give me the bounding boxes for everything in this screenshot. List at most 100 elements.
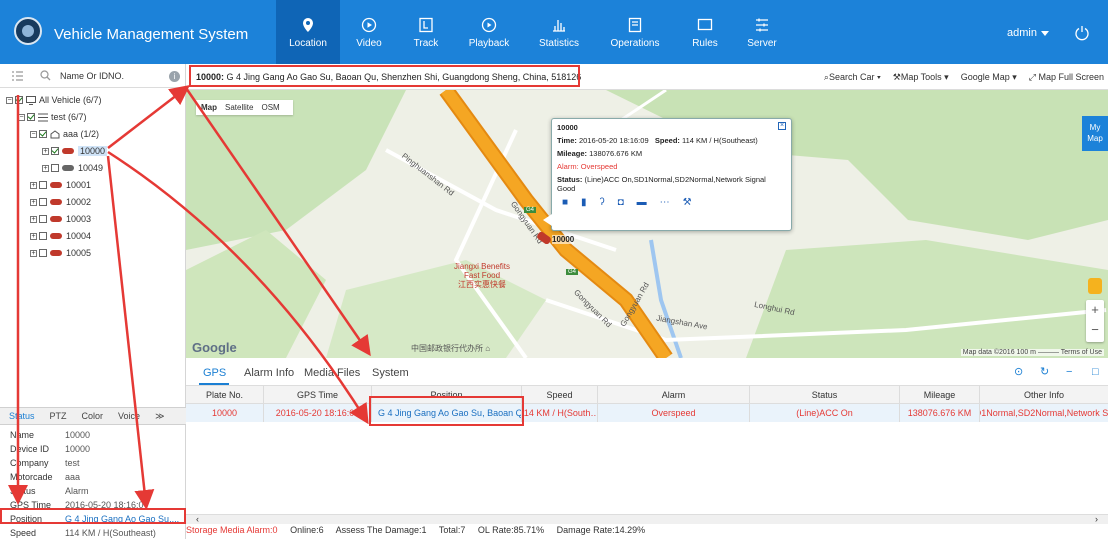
col-status[interactable]: Status xyxy=(750,386,900,403)
nav-operations[interactable]: Operations xyxy=(594,0,676,64)
map-view[interactable]: Map Satellite OSM Pinghuanshan Rd Gongyu… xyxy=(186,90,1108,358)
tree-node-test[interactable]: − test (6/7) xyxy=(18,110,87,124)
checkbox[interactable] xyxy=(39,130,47,138)
collapse-icon[interactable]: − xyxy=(30,130,37,138)
list-icon[interactable] xyxy=(12,71,23,81)
nav-track[interactable]: Track xyxy=(398,0,454,64)
checkbox[interactable] xyxy=(51,164,59,172)
expand-icon[interactable]: + xyxy=(30,198,37,206)
poi-restaurant[interactable]: Jiangxi Benefits Fast Food 江西实惠快餐 xyxy=(454,262,510,289)
tab-voice[interactable]: Voice xyxy=(118,411,140,421)
zoom-out-button[interactable]: − xyxy=(1086,320,1104,340)
video-camera-icon[interactable]: ■ xyxy=(562,197,568,208)
collapse-icon[interactable]: − xyxy=(18,113,25,121)
nav-playback[interactable]: Playback xyxy=(454,0,524,64)
col-mileage[interactable]: Mileage xyxy=(900,386,980,403)
col-gps-time[interactable]: GPS Time xyxy=(264,386,372,403)
phone-icon[interactable]: ▮ xyxy=(581,197,587,208)
tree-vehicle-10003[interactable]: + 10003 xyxy=(30,212,91,226)
tree-vehicle-10002[interactable]: + 10002 xyxy=(30,195,91,209)
close-icon[interactable]: × xyxy=(778,122,786,130)
nav-location[interactable]: Location xyxy=(276,0,340,64)
tree-vehicle-10001[interactable]: + 10001 xyxy=(30,178,91,192)
settings-wrench-icon[interactable]: ⚒ xyxy=(683,197,692,208)
online-rate: OL Rate:85.71% xyxy=(477,525,545,535)
scroll-right-icon[interactable]: › xyxy=(1095,514,1098,524)
group-icon xyxy=(50,129,60,138)
nav-rules[interactable]: Rules xyxy=(676,0,734,64)
expand-icon[interactable]: + xyxy=(42,147,49,155)
tab-alarm-info[interactable]: Alarm Info xyxy=(244,367,294,379)
user-menu[interactable]: admin xyxy=(1007,27,1049,39)
popup-speed-label: Speed: xyxy=(654,136,680,145)
nav-statistics[interactable]: Statistics xyxy=(524,0,594,64)
power-icon[interactable] xyxy=(1074,25,1090,41)
col-other-info[interactable]: Other Info xyxy=(980,386,1108,403)
refresh-icon[interactable]: ↻ xyxy=(1040,366,1052,378)
checkbox[interactable] xyxy=(51,147,59,155)
collapse-icon[interactable]: − xyxy=(6,96,13,104)
tree-node-all-vehicle[interactable]: − All Vehicle (6/7) xyxy=(6,93,102,107)
info-icon[interactable]: i xyxy=(169,71,180,82)
double-chevron-down-icon[interactable]: ≫ xyxy=(155,411,164,422)
expand-icon[interactable]: + xyxy=(30,249,37,257)
expand-icon[interactable]: + xyxy=(30,215,37,223)
minimize-icon[interactable]: − xyxy=(1066,366,1078,378)
table-row[interactable]: 10000 2016-05-20 18:16:09 G 4 Jing Gang … xyxy=(186,404,1108,422)
tab-color[interactable]: Color xyxy=(82,411,104,421)
vehicle-marker-icon[interactable] xyxy=(536,232,552,244)
more-icon[interactable]: ⋯ xyxy=(660,197,670,208)
tab-system[interactable]: System xyxy=(372,367,409,379)
checkbox[interactable] xyxy=(39,232,47,240)
col-speed[interactable]: Speed xyxy=(522,386,598,403)
map-type-map[interactable]: Map xyxy=(201,103,217,112)
tree-vehicle-10005[interactable]: + 10005 xyxy=(30,246,91,260)
expand-icon[interactable]: + xyxy=(42,164,49,172)
search-icon[interactable] xyxy=(40,70,51,81)
search-input[interactable]: Name Or IDNO. xyxy=(60,71,124,81)
expand-icon[interactable]: + xyxy=(30,181,37,189)
expand-icon[interactable]: + xyxy=(30,232,37,240)
google-map-button[interactable]: Google Map ▾ xyxy=(961,72,1017,83)
map-type-osm[interactable]: OSM xyxy=(261,103,279,112)
tree-node-aaa[interactable]: − aaa (1/2) xyxy=(30,127,99,141)
horizontal-scrollbar[interactable]: ‹ › xyxy=(186,514,1108,524)
col-plate[interactable]: Plate No. xyxy=(186,386,264,403)
tab-ptz[interactable]: PTZ xyxy=(50,411,67,421)
tree-vehicle-10000[interactable]: + 10000 xyxy=(42,144,108,158)
vehicle-tree: − All Vehicle (6/7) − test (6/7) − aaa (… xyxy=(0,88,185,406)
col-alarm[interactable]: Alarm xyxy=(598,386,750,403)
checkbox[interactable] xyxy=(39,215,47,223)
map-tools-button[interactable]: ⚒Map Tools ▾ xyxy=(893,72,949,83)
map-type-satellite[interactable]: Satellite xyxy=(225,103,253,112)
street-view-pegman-icon[interactable] xyxy=(1088,278,1102,294)
nav-server[interactable]: Server xyxy=(734,0,790,64)
my-map-button[interactable]: My Map xyxy=(1082,116,1108,151)
checkbox[interactable] xyxy=(27,113,35,121)
camera-icon[interactable]: ◘ xyxy=(618,197,624,208)
checkbox[interactable] xyxy=(15,96,23,104)
tab-gps[interactable]: GPS xyxy=(203,367,226,379)
tree-vehicle-10049[interactable]: + 10049 xyxy=(42,161,103,175)
checkbox[interactable] xyxy=(39,198,47,206)
map-credit[interactable]: Map data ©2016 100 m ——— Terms of Use xyxy=(960,349,1104,356)
checkbox[interactable] xyxy=(39,249,47,257)
zoom-in-button[interactable]: + xyxy=(1086,300,1104,320)
map-full-screen-button[interactable]: ⤢ Map Full Screen xyxy=(1029,72,1104,83)
nav-video[interactable]: Video xyxy=(340,0,398,64)
statistics-icon xyxy=(551,17,567,33)
maximize-icon[interactable]: □ xyxy=(1092,366,1104,378)
popup-time-speed: Time: 2016-05-20 18:16:09 Speed: 114 KM … xyxy=(557,136,786,145)
tab-media-files[interactable]: Media Files xyxy=(304,367,360,379)
scroll-left-icon[interactable]: ‹ xyxy=(196,514,199,524)
status-value: aaa xyxy=(65,472,81,482)
lock-icon[interactable]: ⊙ xyxy=(1014,366,1026,378)
listen-icon[interactable]: ʔ xyxy=(600,197,605,208)
text-message-icon[interactable]: ▬ xyxy=(637,197,647,208)
tab-status[interactable]: Status xyxy=(9,411,35,421)
checkbox[interactable] xyxy=(39,181,47,189)
top-bar: Vehicle Management System Location Video… xyxy=(0,0,1108,64)
search-car-button[interactable]: ⌕Search Car ▾ xyxy=(824,72,881,83)
tree-vehicle-10004[interactable]: + 10004 xyxy=(30,229,91,243)
cell-plate: 10000 xyxy=(186,404,264,422)
